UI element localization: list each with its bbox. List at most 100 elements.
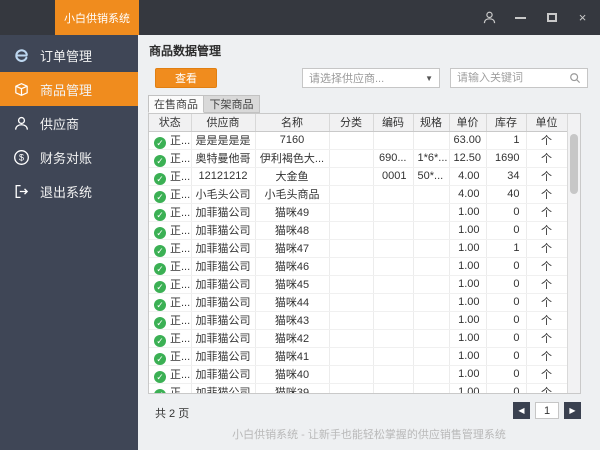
- cell-name: 猫咪48: [255, 221, 330, 240]
- cell-price: 1.00: [449, 221, 487, 240]
- keyword-input[interactable]: [457, 72, 565, 84]
- prev-page-button[interactable]: ◀: [513, 402, 530, 419]
- user-icon[interactable]: [482, 10, 497, 25]
- column-header-code[interactable]: 编码: [373, 114, 414, 132]
- cell-supplier: 奥特曼他哥: [191, 149, 256, 168]
- cell-name: 猫咪39: [255, 383, 330, 393]
- table-container: 状态 供应商 名称 分类 编码 规格 单价 库存 单位 ✓ 正... 是是是是是 7160 63.00 1…: [148, 113, 581, 394]
- column-header-supplier[interactable]: 供应商: [191, 114, 256, 132]
- cell-name: 小毛头商品: [255, 185, 330, 204]
- cell-name: 大金鱼: [255, 167, 330, 186]
- sidebar-item-label: 订单管理: [40, 48, 93, 64]
- column-header-name[interactable]: 名称: [255, 114, 330, 132]
- maximize-button[interactable]: [544, 10, 559, 25]
- table-row[interactable]: ✓ 正... 加菲猫公司 猫咪45 1.00 0 个: [149, 275, 568, 294]
- status-text: 正...: [170, 332, 191, 345]
- cell-supplier: 加菲猫公司: [191, 311, 256, 330]
- table-row[interactable]: ✓ 正... 加菲猫公司 猫咪47 1.00 1 个: [149, 239, 568, 258]
- check-circle-icon: ✓: [154, 262, 166, 274]
- column-header-price[interactable]: 单价: [449, 114, 487, 132]
- cell-category: [329, 131, 374, 150]
- keyword-search-box: [450, 68, 588, 88]
- table-row[interactable]: ✓ 正... 加菲猫公司 猫咪48 1.00 0 个: [149, 221, 568, 240]
- chevron-left-icon: ◀: [518, 406, 525, 415]
- table-row[interactable]: ✓ 正... 小毛头公司 小毛头商品 4.00 40 个: [149, 185, 568, 204]
- column-header-spec[interactable]: 规格: [413, 114, 450, 132]
- cell-unit: 个: [526, 329, 568, 348]
- column-header-unit[interactable]: 单位: [526, 114, 568, 132]
- close-button[interactable]: ×: [575, 10, 590, 25]
- table-row[interactable]: ✓ 正... 是是是是是 7160 63.00 1 个: [149, 131, 568, 150]
- status-text: 正...: [170, 314, 191, 327]
- column-header-stock[interactable]: 库存: [486, 114, 527, 132]
- cell-stock: 0: [486, 329, 527, 348]
- cell-supplier: 加菲猫公司: [191, 293, 256, 312]
- column-header-status[interactable]: 状态: [149, 114, 192, 132]
- status-text: 正...: [170, 386, 191, 394]
- status-text: 正...: [170, 134, 191, 147]
- table-row[interactable]: ✓ 正... 加菲猫公司 猫咪43 1.00 0 个: [149, 311, 568, 330]
- products-table: 状态 供应商 名称 分类 编码 规格 单价 库存 单位 ✓ 正... 是是是是是 7160 63.00 1…: [149, 114, 568, 394]
- pager-controls: ◀ 1 ▶: [513, 402, 581, 419]
- cell-stock: 34: [486, 167, 527, 186]
- cell-category: [329, 185, 374, 204]
- sidebar-item-label: 商品管理: [40, 82, 93, 98]
- cell-status: ✓ 正...: [149, 167, 192, 186]
- cell-unit: 个: [526, 365, 568, 384]
- sidebar-item-suppliers[interactable]: 供应商: [0, 106, 138, 140]
- cell-category: [329, 383, 374, 393]
- table-row[interactable]: ✓ 正... 加菲猫公司 猫咪41 1.00 0 个: [149, 347, 568, 366]
- cell-stock: 0: [486, 293, 527, 312]
- supplier-select[interactable]: 请选择供应商... ▼: [302, 68, 440, 88]
- cell-stock: 0: [486, 311, 527, 330]
- cell-stock: 0: [486, 383, 527, 393]
- cell-spec: [413, 311, 450, 330]
- svg-text:$: $: [19, 152, 24, 162]
- cell-unit: 个: [526, 257, 568, 276]
- cell-code: [373, 221, 414, 240]
- cell-category: [329, 365, 374, 384]
- cell-name: 猫咪49: [255, 203, 330, 222]
- check-circle-icon: ✓: [154, 226, 166, 238]
- check-circle-icon: ✓: [154, 298, 166, 310]
- view-button[interactable]: 查看: [155, 68, 217, 88]
- cell-name: 猫咪47: [255, 239, 330, 258]
- cell-spec: 1*6*...: [413, 149, 450, 168]
- cell-code: [373, 293, 414, 312]
- sidebar-item-orders[interactable]: 订单管理: [0, 38, 138, 72]
- cell-status: ✓ 正...: [149, 275, 192, 294]
- cell-status: ✓ 正...: [149, 311, 192, 330]
- table-row[interactable]: ✓ 正... 加菲猫公司 猫咪46 1.00 0 个: [149, 257, 568, 276]
- cell-name: 猫咪45: [255, 275, 330, 294]
- minimize-button[interactable]: [513, 10, 528, 25]
- cell-code: [373, 257, 414, 276]
- cell-unit: 个: [526, 347, 568, 366]
- sidebar-item-label: 退出系统: [40, 184, 93, 200]
- cell-code: [373, 131, 414, 150]
- check-circle-icon: ✓: [154, 244, 166, 256]
- table-row[interactable]: ✓ 正... 奥特曼他哥 伊利褐色大... 690... 1*6*... 12.50 1690…: [149, 149, 568, 168]
- cell-unit: 个: [526, 311, 568, 330]
- sidebar-item-products[interactable]: 商品管理: [0, 72, 138, 106]
- sidebar-item-logout[interactable]: 退出系统: [0, 174, 138, 208]
- table-row[interactable]: ✓ 正...加菲猫公司猫咪39 1.000个: [149, 383, 568, 394]
- table-row[interactable]: ✓ 正... 加菲猫公司 猫咪40 1.00 0 个: [149, 365, 568, 384]
- tab-onsale[interactable]: 在售商品: [148, 95, 204, 113]
- cell-status: ✓ 正...: [149, 257, 192, 276]
- table-row[interactable]: ✓ 正... 加菲猫公司 猫咪42 1.00 0 个: [149, 329, 568, 348]
- table-row[interactable]: ✓ 正... 12121212 大金鱼 0001 50*... 4.00 34 个: [149, 167, 568, 186]
- sidebar-menu: 订单管理 商品管理 供应商 $ 财务对账 退出系统: [0, 35, 138, 208]
- table-scrollbar[interactable]: [567, 114, 580, 393]
- tab-offshelf[interactable]: 下架商品: [204, 95, 260, 113]
- cell-unit: 个: [526, 239, 568, 258]
- cell-supplier: 小毛头公司: [191, 185, 256, 204]
- table-row[interactable]: ✓ 正... 加菲猫公司 猫咪49 1.00 0 个: [149, 203, 568, 222]
- next-page-button[interactable]: ▶: [564, 402, 581, 419]
- search-icon: [569, 72, 581, 84]
- check-circle-icon: ✓: [154, 280, 166, 292]
- chevron-down-icon: ▼: [425, 73, 433, 83]
- scrollbar-thumb[interactable]: [570, 134, 578, 194]
- table-row[interactable]: ✓ 正... 加菲猫公司 猫咪44 1.00 0 个: [149, 293, 568, 312]
- sidebar-item-finance[interactable]: $ 财务对账: [0, 140, 138, 174]
- column-header-category[interactable]: 分类: [329, 114, 374, 132]
